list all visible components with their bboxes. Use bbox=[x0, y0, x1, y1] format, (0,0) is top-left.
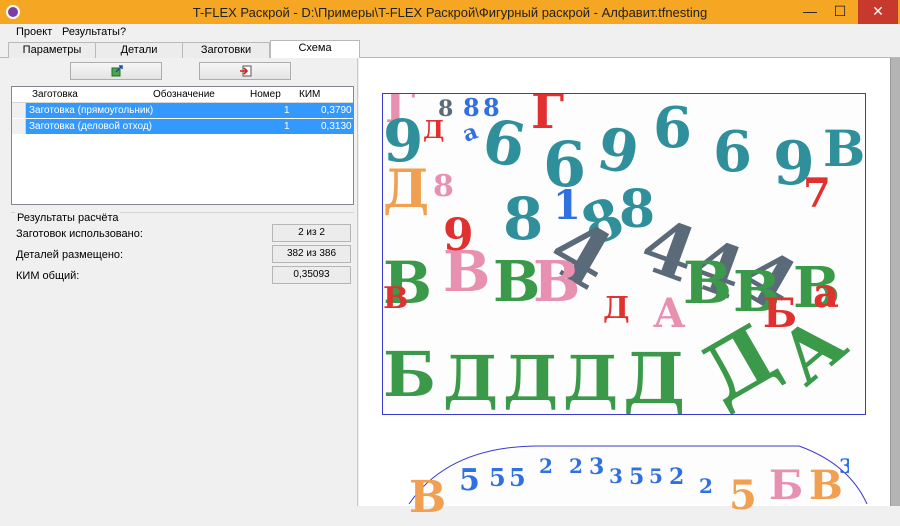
remove-button[interactable] bbox=[199, 62, 291, 80]
tab-strip: Параметры Детали Заготовки Схема bbox=[0, 40, 900, 59]
nested-part: 2 bbox=[539, 454, 553, 478]
nested-part: 7 bbox=[803, 170, 831, 217]
nested-part: а bbox=[813, 270, 839, 317]
blanks-used-label: Заготовок использовано: bbox=[16, 228, 143, 240]
nested-part: В bbox=[809, 462, 843, 509]
cell-number: 1 bbox=[284, 105, 290, 116]
cell-kim: 0,3790 bbox=[321, 105, 352, 116]
table-row[interactable]: Заготовка (деловой отход) 1 0,3130 bbox=[12, 119, 353, 135]
nested-part: 3 bbox=[839, 454, 849, 478]
nested-part: 6 bbox=[477, 105, 531, 183]
column-header[interactable]: Номер bbox=[250, 89, 281, 100]
results-panel: Заготовка Обозначение Номер КИМ Заготовк… bbox=[0, 58, 358, 506]
nested-part: В bbox=[533, 249, 581, 315]
group-title: Результаты расчёта bbox=[15, 212, 121, 224]
cell-blank-name: Заготовка (прямоугольник) bbox=[29, 105, 154, 116]
nested-part: 3 bbox=[609, 464, 623, 488]
row-selector[interactable] bbox=[12, 119, 26, 134]
title-bar: T-FLEX Раскрой - D:\Примеры\T-FLEX Раскр… bbox=[0, 0, 900, 24]
close-button[interactable]: ✕ bbox=[858, 0, 898, 24]
nested-part: 5 bbox=[489, 463, 506, 492]
maximize-button[interactable]: ☐ bbox=[826, 0, 854, 24]
nesting-sheet-rectangle[interactable]: Г888Г9Да669669ВД881884ВВВВ444ВВВВБДДДДДА… bbox=[382, 93, 866, 415]
nested-part: Д bbox=[383, 159, 430, 220]
nested-part: 6 bbox=[653, 95, 692, 161]
nested-part: 5 bbox=[629, 464, 645, 490]
nested-part: 5 bbox=[729, 472, 757, 519]
nested-part: В bbox=[823, 119, 866, 178]
nested-part: 5 bbox=[459, 463, 480, 498]
nested-part: 5 bbox=[509, 463, 526, 492]
tab-scheme[interactable]: Схема bbox=[270, 40, 360, 59]
kim-total-label: КИМ общий: bbox=[16, 270, 80, 282]
nested-part: Д bbox=[443, 342, 499, 415]
nested-part: 8 bbox=[433, 169, 454, 204]
nested-part: 9 bbox=[592, 114, 644, 188]
scheme-paper: Г888Г9Да669669ВД881884ВВВВ444ВВВВБДДДДДА… bbox=[359, 58, 891, 520]
nested-part: Б bbox=[383, 338, 436, 411]
nested-part: А bbox=[653, 290, 686, 337]
menu-help[interactable]: ? bbox=[120, 26, 126, 38]
nested-part: 8 bbox=[463, 93, 480, 122]
remove-icon bbox=[240, 65, 252, 77]
nested-part: Д bbox=[503, 342, 559, 415]
row-selector[interactable] bbox=[12, 103, 26, 118]
cell-number: 1 bbox=[284, 121, 290, 132]
nested-part: Б bbox=[763, 290, 798, 337]
nested-part: а bbox=[458, 118, 482, 148]
table-header: Заготовка Обозначение Номер КИМ bbox=[12, 87, 353, 103]
menu-bar: Проект Результаты ? bbox=[0, 24, 900, 41]
tab-details[interactable]: Детали bbox=[95, 42, 183, 58]
nested-part: 2 bbox=[569, 454, 583, 478]
kim-total-value: 0,35093 bbox=[272, 266, 351, 284]
tab-parameters[interactable]: Параметры bbox=[8, 42, 96, 58]
minimize-button[interactable]: — bbox=[796, 0, 824, 24]
calculation-results-group: Результаты расчёта Заготовок использован… bbox=[11, 212, 354, 345]
nested-part: В bbox=[683, 249, 733, 317]
nested-part: Д bbox=[563, 342, 619, 415]
tab-blanks[interactable]: Заготовки bbox=[182, 42, 270, 58]
blanks-table: Заготовка Обозначение Номер КИМ Заготовк… bbox=[11, 86, 354, 205]
export-icon bbox=[111, 65, 123, 77]
nested-part: 2 bbox=[699, 474, 713, 498]
column-header[interactable]: Заготовка bbox=[32, 89, 78, 100]
menu-results[interactable]: Результаты bbox=[62, 26, 120, 38]
nested-part: 3 bbox=[589, 454, 605, 480]
menu-project[interactable]: Проект bbox=[16, 26, 52, 38]
nested-part: 5 bbox=[649, 464, 663, 488]
nested-part: 8 bbox=[503, 185, 544, 253]
details-placed-label: Деталей размещено: bbox=[16, 249, 124, 261]
column-header[interactable]: Обозначение bbox=[153, 89, 215, 100]
blanks-used-value: 2 из 2 bbox=[272, 224, 351, 242]
table-row[interactable]: Заготовка (прямоугольник) 1 0,3790 bbox=[12, 103, 353, 119]
nested-part: Д bbox=[603, 291, 630, 326]
export-button[interactable] bbox=[70, 62, 162, 80]
nested-part: В bbox=[409, 472, 447, 523]
nested-part: Д bbox=[423, 115, 445, 144]
window-title: T-FLEX Раскрой - D:\Примеры\T-FLEX Раскр… bbox=[192, 5, 708, 20]
nested-part: 6 bbox=[713, 119, 752, 185]
nested-part: Б bbox=[769, 462, 804, 509]
cell-kim: 0,3130 bbox=[321, 121, 352, 132]
nested-part: 2 bbox=[669, 464, 685, 490]
nested-part: 9 bbox=[443, 210, 474, 261]
scheme-viewer[interactable]: Г888Г9Да669669ВД881884ВВВВ444ВВВВБДДДДДА… bbox=[359, 58, 900, 520]
cell-blank-name: Заготовка (деловой отход) bbox=[29, 121, 152, 132]
nested-part: В bbox=[383, 281, 409, 316]
details-placed-value: 382 из 386 bbox=[272, 245, 351, 263]
column-header[interactable]: КИМ bbox=[299, 89, 320, 100]
offcut-parts: В555223355225БВ3 bbox=[399, 446, 849, 526]
nested-part: Д bbox=[623, 337, 686, 415]
